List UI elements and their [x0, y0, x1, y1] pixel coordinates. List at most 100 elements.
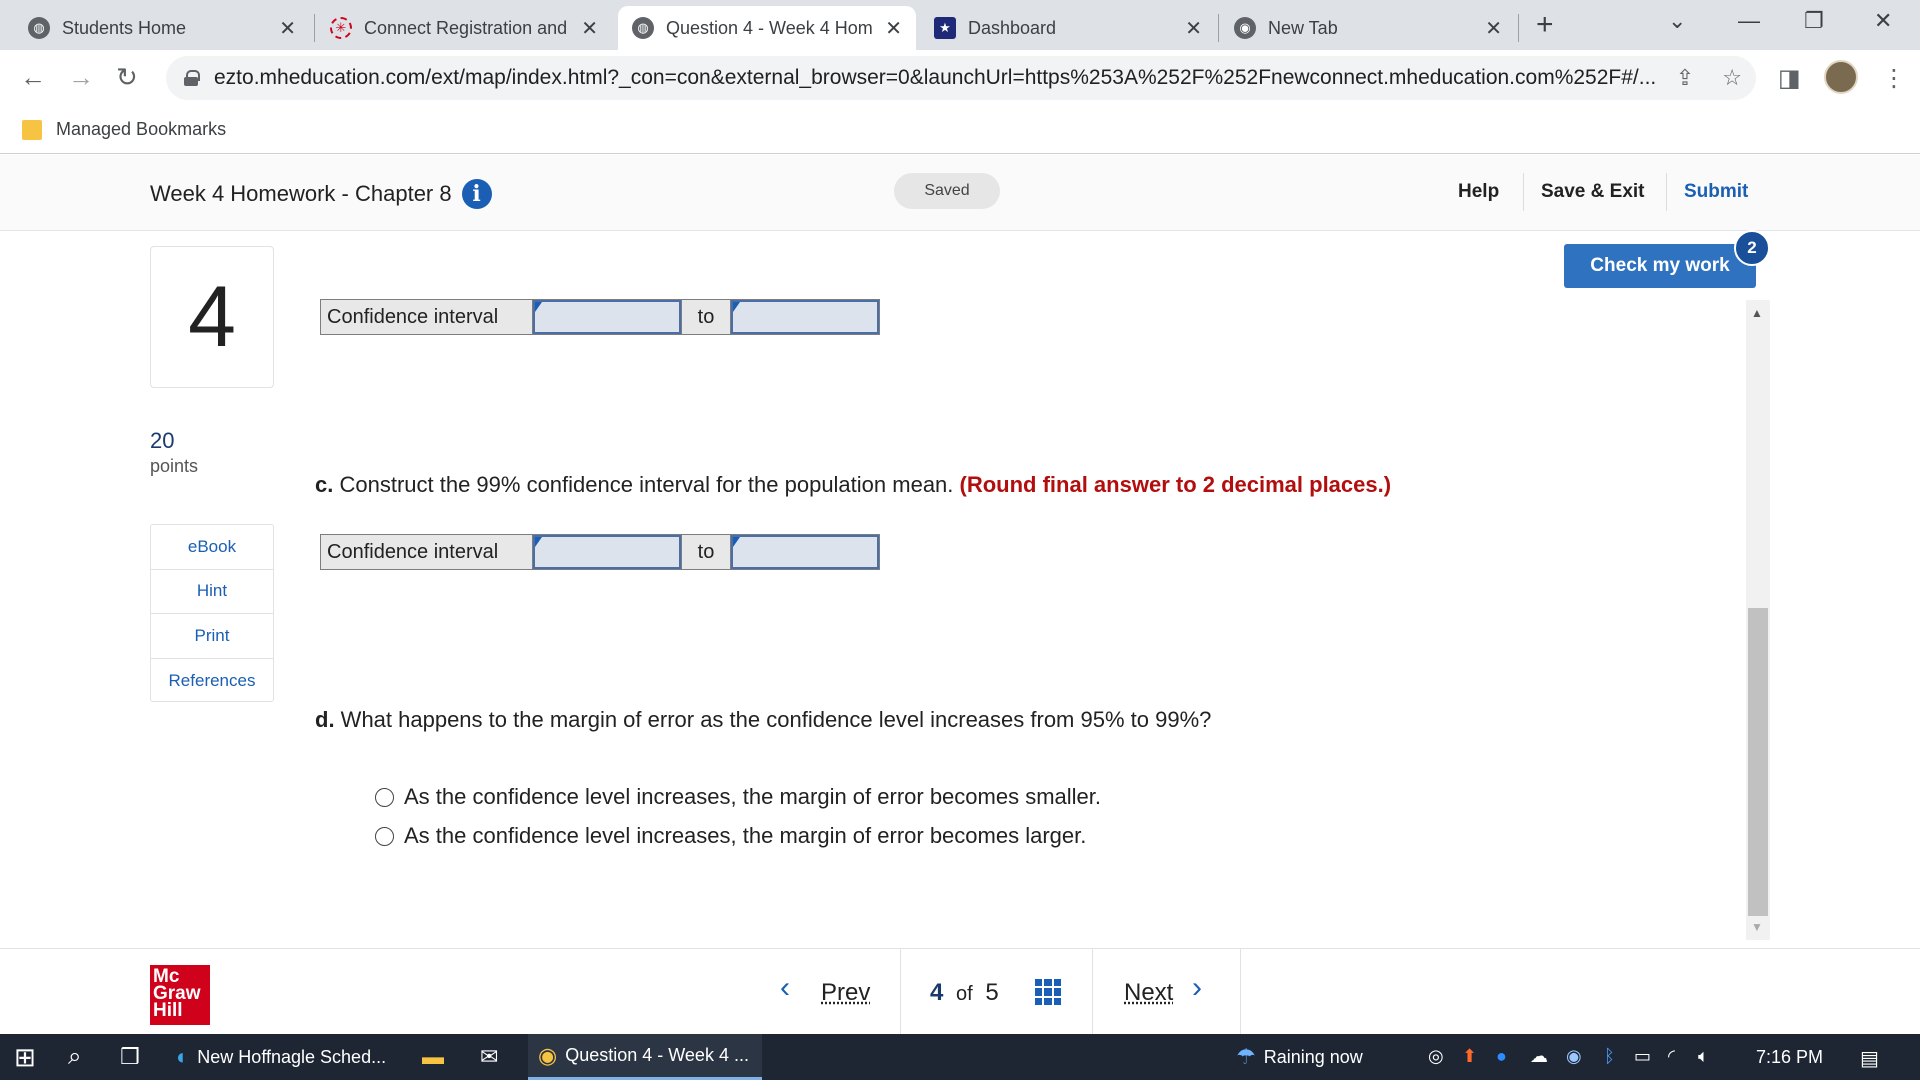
minimize-icon[interactable]: —	[1738, 8, 1760, 34]
back-arrow-icon[interactable]: ←	[20, 62, 46, 93]
chevron-left-icon[interactable]: ‹	[780, 971, 790, 1005]
lock-icon[interactable]	[184, 70, 200, 86]
profile-avatar[interactable]	[1824, 60, 1858, 94]
umbrella-icon: ☂	[1236, 1044, 1256, 1069]
volume-icon[interactable]: 🔈︎	[1698, 1046, 1709, 1067]
bluetooth-icon[interactable]: ᛒ	[1604, 1046, 1615, 1067]
windows-start-icon[interactable]: ⊞	[14, 1034, 36, 1080]
bookmark-star-icon[interactable]: ☆	[1722, 65, 1742, 91]
kebab-menu-icon[interactable]: ⋮	[1882, 64, 1906, 93]
references-link[interactable]: References	[151, 659, 273, 704]
mail-icon[interactable]: ✉	[480, 1034, 498, 1080]
edge-icon: ◐	[176, 1044, 190, 1069]
confidence-interval-row-b: Confidence interval to	[320, 299, 880, 335]
next-button[interactable]: Next	[1124, 979, 1173, 1007]
option-larger[interactable]: As the confidence level increases, the m…	[375, 823, 1086, 849]
connect-icon: ✳	[330, 17, 352, 39]
points-label: points	[150, 456, 199, 476]
taskbar-app-edge[interactable]: ◐ New Hoffnagle Sched...	[176, 1034, 394, 1080]
ci-to-label: to	[681, 535, 731, 569]
mcgraw-hill-logo: Mc Graw Hill	[150, 965, 210, 1025]
part-d-question: d. What happens to the margin of error a…	[315, 707, 1212, 732]
print-link[interactable]: Print	[151, 614, 273, 659]
points-value: 20	[150, 428, 175, 453]
new-tab-plus-icon[interactable]: +	[1536, 8, 1554, 42]
assignment-footer: Mc Graw Hill ‹ Prev 4 of 5 Next ›	[0, 948, 1920, 1035]
tab-dashboard[interactable]: ★ Dashboard ✕	[920, 6, 1216, 50]
grid-view-icon[interactable]	[1035, 979, 1061, 1005]
chevron-right-icon[interactable]: ›	[1192, 971, 1202, 1005]
chrome-icon: ◉	[538, 1042, 558, 1068]
wifi-icon[interactable]: ◜	[1668, 1046, 1675, 1067]
saved-status: Saved	[894, 173, 1000, 209]
ci-c-upper-input[interactable]	[731, 535, 879, 569]
close-icon[interactable]: ✕	[279, 16, 296, 41]
globe-icon: ◍	[28, 17, 50, 39]
tab-students-home[interactable]: ◍ Students Home ✕	[14, 6, 310, 50]
restore-icon[interactable]: ❐	[1804, 8, 1824, 34]
prev-button[interactable]: Prev	[821, 979, 870, 1007]
side-panel-icon[interactable]: ◨	[1778, 64, 1801, 93]
url-text[interactable]: ezto.mheducation.com/ext/map/index.html?…	[214, 66, 1662, 90]
forward-arrow-icon[interactable]: →	[68, 62, 94, 93]
rounding-note: (Round final answer to 2 decimal places.…	[959, 472, 1392, 497]
question-number: 4	[150, 246, 274, 388]
window-close-icon[interactable]: ✕	[1874, 8, 1892, 34]
radio-button[interactable]	[375, 787, 394, 807]
option-smaller[interactable]: As the confidence level increases, the m…	[375, 784, 1101, 810]
submit-link[interactable]: Submit	[1684, 181, 1748, 203]
search-icon[interactable]: ⌕	[68, 1034, 81, 1080]
close-icon[interactable]: ✕	[885, 16, 902, 41]
globe-icon: ◍	[632, 17, 654, 39]
meet-icon[interactable]: ◉	[1566, 1046, 1582, 1067]
ci-label: Confidence interval	[321, 535, 533, 569]
tab-new-tab[interactable]: ◉ New Tab ✕	[1220, 6, 1516, 50]
tab-search-chevron-icon[interactable]: ⌄	[1668, 8, 1686, 34]
app-tray-icon[interactable]: ◎	[1428, 1046, 1444, 1067]
zoom-icon[interactable]: ●	[1496, 1046, 1507, 1067]
help-link[interactable]: Help	[1458, 181, 1499, 203]
scrollbar-thumb[interactable]	[1748, 608, 1768, 916]
check-my-work-button[interactable]: Check my work	[1564, 244, 1756, 288]
file-explorer-icon[interactable]: ▬	[422, 1034, 444, 1080]
managed-bookmarks[interactable]: Managed Bookmarks	[56, 119, 226, 140]
star-badge-icon: ★	[934, 17, 956, 39]
task-view-icon[interactable]: ❒	[120, 1034, 140, 1080]
check-attempts-badge: 2	[1734, 230, 1770, 266]
ci-label: Confidence interval	[321, 300, 533, 334]
close-icon[interactable]: ✕	[581, 16, 598, 41]
notifications-icon[interactable]: ▤	[1860, 1046, 1879, 1071]
battery-icon[interactable]: ▭	[1634, 1046, 1651, 1067]
address-bar[interactable]: ezto.mheducation.com/ext/map/index.html?…	[166, 56, 1756, 100]
ci-to-label: to	[681, 300, 731, 334]
ci-b-upper-input[interactable]	[731, 300, 879, 334]
info-icon[interactable]: i	[461, 179, 492, 209]
scroll-down-arrow-icon[interactable]: ▼	[1751, 920, 1763, 934]
close-icon[interactable]: ✕	[1185, 16, 1202, 41]
reload-icon[interactable]: ↻	[116, 62, 138, 93]
browser-tab-strip: ◍ Students Home ✕ ✳ Connect Registration…	[0, 0, 1920, 50]
weather-widget[interactable]: ☂ Raining now	[1236, 1034, 1363, 1080]
total-pages: 5	[985, 979, 999, 1006]
hint-link[interactable]: Hint	[151, 570, 273, 614]
confidence-interval-row-c: Confidence interval to	[320, 534, 880, 570]
scroll-up-arrow-icon[interactable]: ▲	[1751, 306, 1763, 320]
onedrive-icon[interactable]: ☁	[1530, 1046, 1548, 1067]
ci-c-lower-input[interactable]	[533, 535, 681, 569]
windows-taskbar: ⊞ ⌕ ❒ ◐ New Hoffnagle Sched... ▬ ✉ ◉ Que…	[0, 1034, 1920, 1080]
taskbar-app-chrome[interactable]: ◉ Question 4 - Week 4 ...	[528, 1034, 762, 1080]
bookmarks-bar: Managed Bookmarks	[0, 106, 1920, 154]
page-indicator: 4 of 5	[930, 979, 999, 1006]
tab-question-4[interactable]: ◍ Question 4 - Week 4 Hom ✕	[618, 6, 916, 50]
close-icon[interactable]: ✕	[1485, 16, 1502, 41]
clock[interactable]: 7:16 PM	[1756, 1034, 1823, 1080]
ebook-link[interactable]: eBook	[151, 525, 273, 570]
resources-panel: eBook Hint Print References	[150, 524, 274, 702]
share-icon[interactable]: ⇪	[1676, 65, 1694, 91]
tab-connect-registration[interactable]: ✳ Connect Registration and ✕	[316, 6, 612, 50]
current-page: 4	[930, 979, 944, 1006]
radio-button[interactable]	[375, 826, 394, 846]
upload-icon[interactable]: ⬆	[1462, 1046, 1477, 1067]
save-exit-link[interactable]: Save & Exit	[1541, 181, 1645, 203]
ci-b-lower-input[interactable]	[533, 300, 681, 334]
